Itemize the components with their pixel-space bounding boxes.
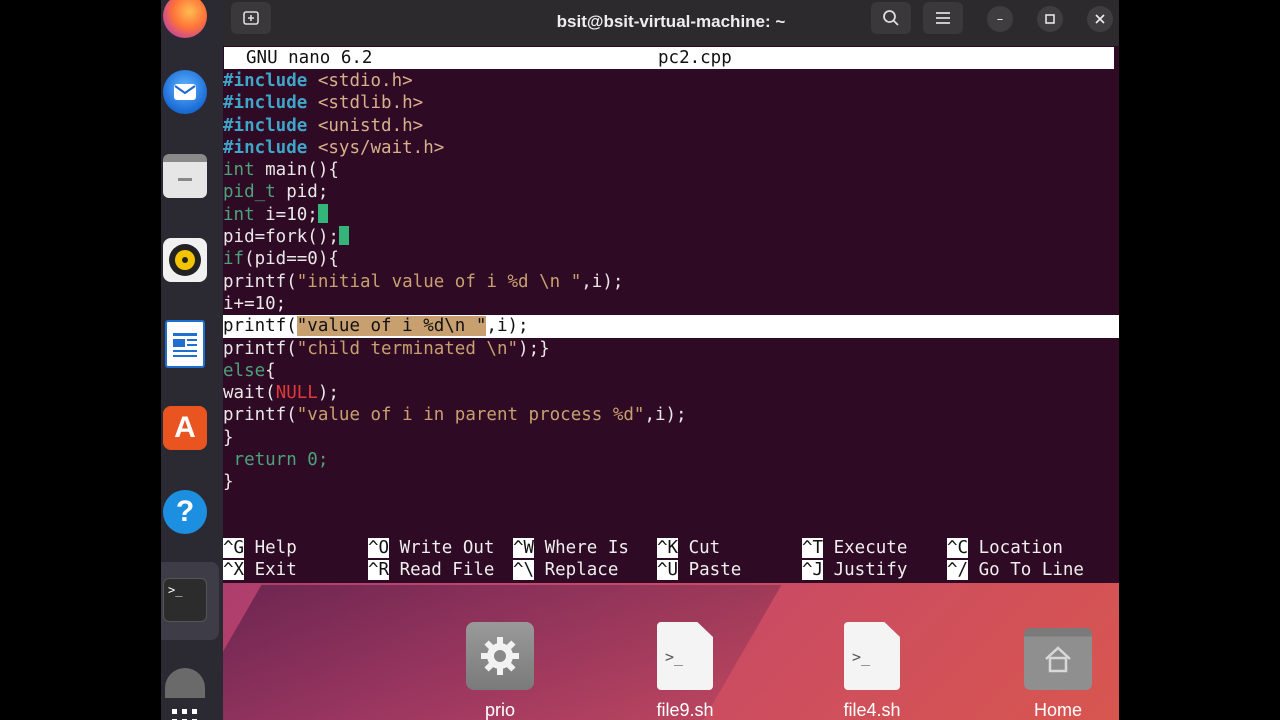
desktop-file-prio[interactable]: prio	[445, 622, 555, 720]
code-line-current: printf("value of i %d\n ",i);	[223, 315, 1119, 338]
nano-version: GNU nano 6.2	[246, 48, 373, 68]
shortcut-location[interactable]: ^C Location	[947, 538, 1063, 558]
code-line: printf("child terminated \n");}	[223, 338, 550, 359]
file-label: prio	[484, 700, 515, 720]
thunderbird-icon[interactable]	[161, 68, 209, 116]
shortcut-paste[interactable]: ^U Paste	[657, 560, 741, 581]
terminal-icon[interactable]: >_	[161, 576, 209, 624]
code-line: int main(){	[223, 160, 339, 181]
shortcut-execute[interactable]: ^T Execute	[802, 538, 907, 558]
desktop-screen: A ? >_ bsit@bsit-virtual-machine: ~ – GN…	[161, 0, 1119, 720]
code-line: printf("value of i in parent process %d"…	[223, 405, 687, 426]
code-line: return 0;	[223, 450, 329, 471]
nano-filename: pc2.cpp	[658, 48, 732, 68]
hamburger-menu-icon[interactable]	[923, 2, 963, 34]
window-title: bsit@bsit-virtual-machine: ~	[556, 12, 786, 31]
code-line: else{	[223, 360, 276, 381]
shortcut-go-to-line[interactable]: ^/ Go To Line	[947, 560, 1084, 581]
desktop-file-file9[interactable]: >_ file9.sh	[630, 622, 740, 720]
shortcut-where-is[interactable]: ^W Where Is	[513, 538, 629, 558]
shortcut-help[interactable]: ^G Help	[223, 538, 297, 558]
settings-gear-icon	[466, 622, 534, 690]
code-line: #include <stdio.h>	[223, 71, 413, 91]
desktop-folder-home[interactable]: Home	[1003, 622, 1113, 720]
script-file-icon: >_	[844, 622, 900, 690]
file-label: Home	[1033, 700, 1082, 720]
code-line: #include <stdlib.h>	[223, 93, 424, 114]
maximize-icon[interactable]	[1037, 6, 1063, 32]
text-cursor: p	[223, 316, 234, 337]
code-line: wait(NULL);	[223, 383, 339, 404]
minimize-icon[interactable]: –	[987, 6, 1013, 32]
code-line: }	[223, 427, 234, 448]
file-label: file4.sh	[843, 700, 901, 720]
shortcut-cut[interactable]: ^K Cut	[657, 538, 720, 558]
close-icon[interactable]	[1087, 6, 1113, 32]
nano-header-bar: GNU nano 6.2 pc2.cpp	[224, 47, 1114, 69]
code-editor[interactable]: #include <stdio.h> #include <stdlib.h> #…	[223, 70, 1119, 494]
code-line: #include <unistd.h>	[223, 115, 424, 136]
script-file-icon: >_	[657, 622, 713, 690]
show-apps-icon[interactable]	[161, 690, 209, 720]
terminal-window: bsit@bsit-virtual-machine: ~ – GNU nano …	[223, 0, 1119, 583]
files-icon[interactable]	[161, 152, 209, 200]
nano-shortcut-bar: ^G Help ^O Write Out ^W Where Is ^K Cut …	[223, 538, 1119, 583]
code-line: printf("initial value of i %d \n ",i);	[223, 271, 624, 292]
search-icon[interactable]	[871, 2, 911, 34]
firefox-icon[interactable]	[161, 0, 209, 40]
shortcut-exit[interactable]: ^X Exit	[223, 560, 297, 581]
libreoffice-writer-icon[interactable]	[161, 320, 209, 368]
code-line: i+=10;	[223, 293, 287, 314]
code-line: }	[223, 472, 234, 493]
shortcut-justify[interactable]: ^J Justify	[802, 560, 907, 581]
home-folder-icon	[1024, 628, 1092, 690]
rhythmbox-icon[interactable]	[161, 236, 209, 284]
code-line: int i=10;	[223, 203, 1119, 226]
app-center-icon[interactable]: A	[161, 404, 209, 452]
desktop-file-file4[interactable]: >_ file4.sh	[817, 622, 927, 720]
shortcut-replace[interactable]: ^\ Replace	[513, 560, 618, 581]
help-icon[interactable]: ?	[161, 488, 209, 536]
code-line: #include <sys/wait.h>	[223, 137, 445, 158]
code-line: if(pid==0){	[223, 249, 339, 270]
trailing-space-marker	[338, 226, 349, 246]
shortcut-read-file[interactable]: ^R Read File	[368, 560, 494, 581]
dock: A ? >_	[161, 0, 223, 720]
code-line: pid=fork();	[223, 226, 1119, 248]
shortcut-write-out[interactable]: ^O Write Out	[368, 538, 494, 558]
trailing-space-marker	[317, 203, 328, 223]
title-bar: bsit@bsit-virtual-machine: ~ –	[223, 0, 1119, 46]
file-label: file9.sh	[656, 700, 714, 720]
code-line: pid_t pid;	[223, 182, 329, 203]
